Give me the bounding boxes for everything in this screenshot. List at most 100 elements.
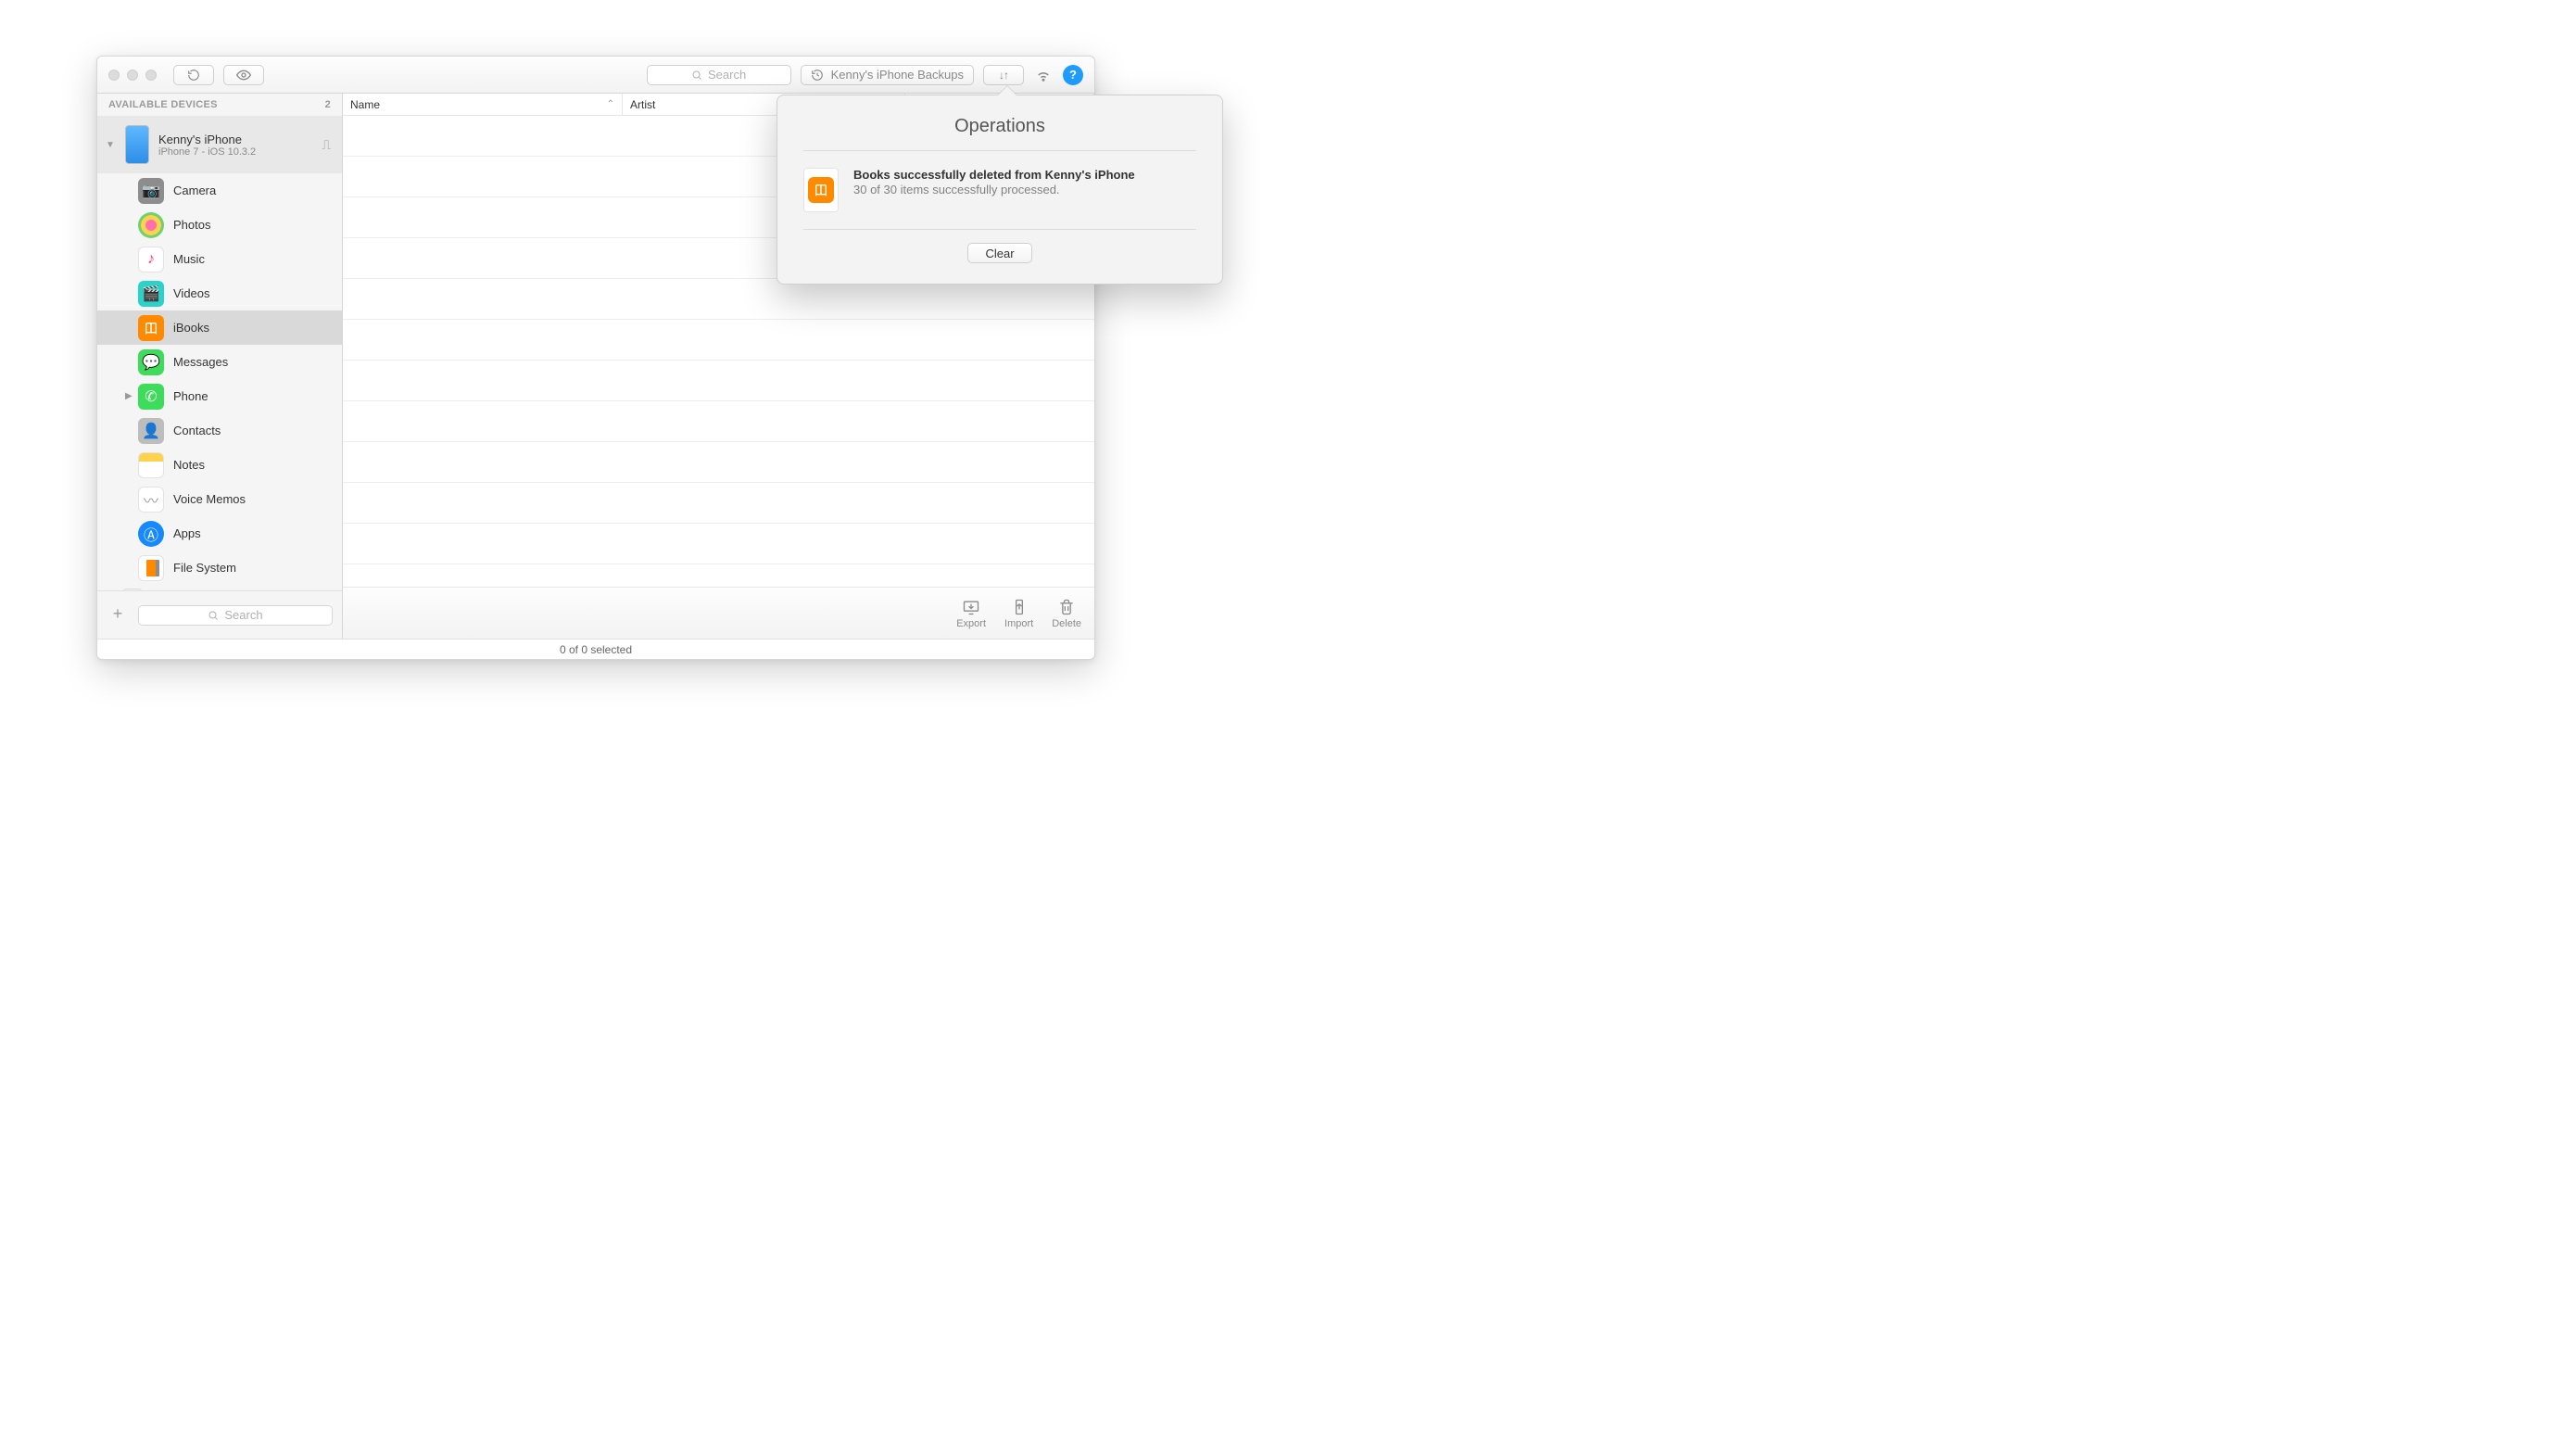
status-text: 0 of 0 selected [560, 643, 632, 656]
sidebar-item-label: iBooks [173, 321, 209, 335]
history-icon [811, 69, 824, 82]
search-icon [208, 610, 219, 621]
operations-popover: Operations Books successfully deleted fr… [777, 95, 1223, 285]
import-label: Import [1004, 618, 1033, 629]
help-icon: ? [1069, 68, 1077, 82]
table-row [343, 442, 1094, 483]
contacts-icon: 👤 [138, 418, 164, 444]
files-icon [138, 555, 164, 581]
ibooks-icon [808, 177, 834, 203]
notes-icon [138, 452, 164, 478]
sidebar-item-music[interactable]: ♪ Music [97, 242, 342, 276]
sidebar-item-label: Music [173, 252, 205, 266]
close-icon[interactable] [108, 70, 120, 81]
table-row [343, 524, 1094, 564]
sidebar-search-placeholder: Search [224, 608, 262, 622]
sidebar-item-videos[interactable]: 🎬 Videos [97, 276, 342, 310]
music-icon: ♪ [138, 247, 164, 272]
voice-memos-icon: 〰 [138, 487, 164, 513]
phone-icon: ✆ [138, 384, 164, 410]
import-icon [1007, 598, 1031, 616]
zoom-icon[interactable] [145, 70, 157, 81]
sidebar-item-label: Voice Memos [173, 492, 246, 506]
transfer-icon: ↓↑ [999, 69, 1008, 82]
bottom-toolbar: Export Import Delete [343, 587, 1094, 639]
sidebar: AVAILABLE DEVICES 2 ▼ Kenny's iPhone iPh… [97, 94, 343, 639]
sidebar-item-ibooks[interactable]: iBooks [97, 310, 342, 345]
videos-icon: 🎬 [138, 281, 164, 307]
import-button[interactable]: Import [1004, 598, 1033, 629]
sidebar-item-label: Videos [173, 286, 210, 300]
minimize-icon[interactable] [127, 70, 138, 81]
table-row [343, 401, 1094, 442]
column-label: Artist [630, 98, 655, 111]
wifi-icon [1035, 67, 1052, 83]
delete-button[interactable]: Delete [1052, 598, 1081, 629]
sidebar-item-label: Photos [173, 218, 210, 232]
transfer-button[interactable]: ↓↑ [983, 65, 1024, 85]
operation-icon-container [803, 168, 839, 212]
device-count: 2 [325, 99, 331, 110]
sidebar-item-memos[interactable]: 〰 Voice Memos [97, 482, 342, 516]
export-icon [959, 598, 983, 616]
titlebar: Search Kenny's iPhone Backups ↓↑ ? [97, 57, 1094, 94]
device-row[interactable]: ▼ Kenny's iPhone iPhone 7 - iOS 10.3.2 ⎍ [97, 116, 342, 173]
camera-icon: 📷 [138, 178, 164, 204]
column-name[interactable]: Name ⌃ [343, 94, 623, 115]
wifi-button[interactable] [1033, 65, 1054, 85]
sidebar-item-label: Phone [173, 389, 208, 403]
sidebar-item-contacts[interactable]: 👤 Contacts [97, 413, 342, 448]
photos-icon [138, 212, 164, 238]
sidebar-item-apps[interactable]: Ⓐ Apps [97, 516, 342, 551]
export-label: Export [956, 618, 986, 629]
operation-subtitle: 30 of 30 items successfully processed. [853, 183, 1060, 196]
eye-icon [236, 68, 251, 82]
backups-label: Kenny's iPhone Backups [831, 68, 964, 82]
sidebar-item-label: Contacts [173, 424, 221, 437]
chevron-right-icon[interactable]: ▶ [125, 391, 133, 401]
sidebar-item-phone[interactable]: ▶ ✆ Phone [97, 379, 342, 413]
sidebar-search[interactable]: Search [138, 605, 333, 626]
operation-title: Books successfully deleted from Kenny's … [853, 168, 1135, 182]
operation-text: Books successfully deleted from Kenny's … [853, 168, 1135, 198]
sidebar-item-label: Messages [173, 355, 228, 369]
sidebar-item-photos[interactable]: Photos [97, 208, 342, 242]
add-button[interactable]: + [107, 604, 129, 627]
preview-button[interactable] [223, 65, 264, 85]
clear-button[interactable]: Clear [967, 243, 1031, 263]
refresh-icon [187, 69, 200, 82]
sidebar-header: AVAILABLE DEVICES 2 [97, 94, 342, 116]
operation-row: Books successfully deleted from Kenny's … [803, 151, 1196, 230]
table-row [343, 483, 1094, 524]
apps-icon: Ⓐ [138, 521, 164, 547]
help-button[interactable]: ? [1063, 65, 1083, 85]
trash-icon [1054, 598, 1079, 616]
device-name: Kenny's iPhone [158, 133, 256, 146]
table-row [343, 320, 1094, 361]
sidebar-item-label: Camera [173, 184, 216, 197]
search-icon [691, 70, 702, 81]
toolbar-search[interactable]: Search [647, 65, 791, 85]
backups-button[interactable]: Kenny's iPhone Backups [801, 65, 974, 85]
column-label: Name [350, 98, 380, 111]
sidebar-item-files[interactable]: File System [97, 551, 342, 585]
sidebar-item-messages[interactable]: 💬 Messages [97, 345, 342, 379]
chevron-down-icon[interactable]: ▼ [105, 140, 116, 150]
export-button[interactable]: Export [956, 598, 986, 629]
ibooks-icon [138, 315, 164, 341]
sidebar-item-notes[interactable]: Notes [97, 448, 342, 482]
popover-title: Operations [803, 116, 1196, 151]
window-controls [108, 70, 157, 81]
sidebar-footer: + Search [97, 590, 342, 639]
sidebar-items: 📷 Camera Photos ♪ Music 🎬 Videos [97, 173, 342, 590]
sidebar-item-camera[interactable]: 📷 Camera [97, 173, 342, 208]
sidebar-item-label: Apps [173, 526, 201, 540]
toolbar-search-placeholder: Search [708, 68, 746, 82]
popover-actions: Clear [803, 230, 1196, 263]
refresh-button[interactable] [173, 65, 214, 85]
table-row [343, 361, 1094, 401]
messages-icon: 💬 [138, 349, 164, 375]
device-sub: iPhone 7 - iOS 10.3.2 [158, 146, 256, 158]
sort-ascending-icon: ⌃ [607, 99, 614, 109]
sidebar-header-label: AVAILABLE DEVICES [108, 99, 218, 110]
